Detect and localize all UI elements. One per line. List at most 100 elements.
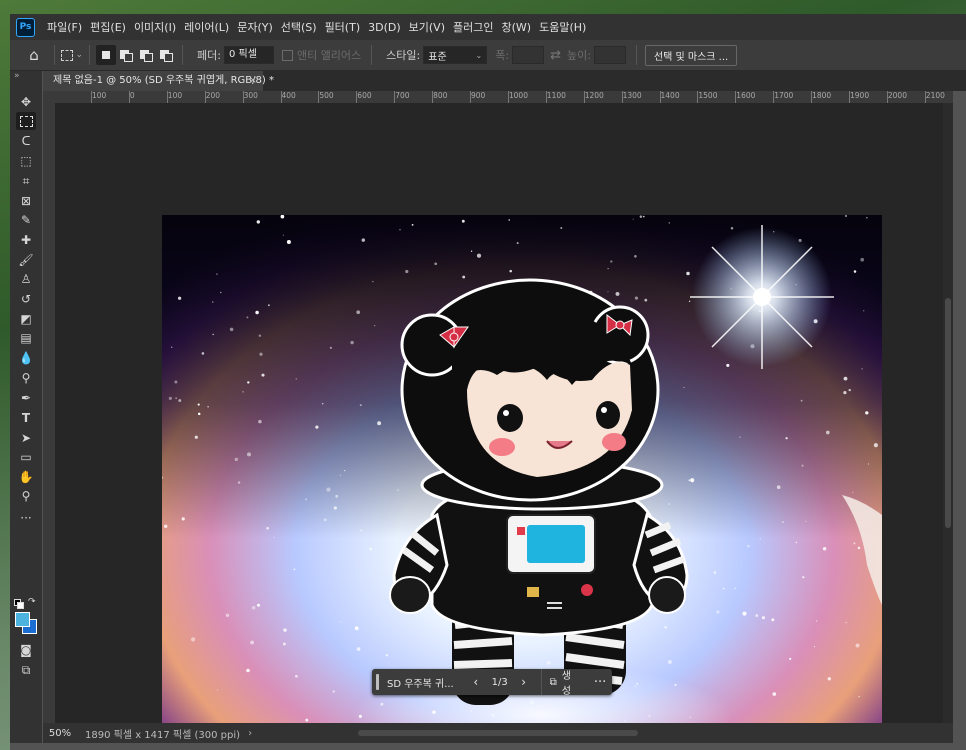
vertical-scrollbar[interactable]	[943, 103, 953, 723]
ruler-tick	[280, 91, 282, 103]
menu-layer[interactable]: 레이어(L)	[180, 19, 233, 35]
collapse-panel-icon[interactable]: »	[14, 71, 20, 81]
more-tools-icon[interactable]: ···	[16, 509, 36, 527]
quick-mask-icon[interactable]: ◙	[16, 641, 36, 659]
next-variation-button[interactable]: ›	[515, 675, 533, 689]
eyedropper-tool-icon[interactable]: ✎	[16, 211, 36, 229]
divider	[182, 45, 183, 65]
divider	[635, 45, 637, 65]
menu-select[interactable]: 선택(S)	[277, 19, 321, 35]
object-select-tool-icon[interactable]: ⬚	[16, 152, 36, 170]
ruler-tick	[507, 91, 509, 103]
height-label: 높이:	[566, 49, 591, 62]
ruler-tick-label: 1700	[774, 91, 794, 100]
move-tool-icon[interactable]: ✥	[16, 93, 36, 111]
vertical-scroll-thumb[interactable]	[945, 298, 951, 528]
menu-type[interactable]: 문자(Y)	[233, 19, 277, 35]
drag-handle[interactable]	[376, 674, 379, 690]
zoom-level[interactable]: 50%	[43, 728, 77, 739]
intersect-selection-button[interactable]	[156, 45, 176, 65]
close-icon[interactable]: ×	[249, 71, 257, 91]
window-edge	[10, 743, 966, 750]
subtract-selection-icon	[140, 50, 153, 62]
ruler-tick	[356, 91, 358, 103]
menu-filter[interactable]: 필터(T)	[321, 19, 365, 35]
new-selection-button[interactable]	[96, 45, 116, 65]
status-bar: 50% 1890 픽셀 x 1417 픽셀 (300 ppi) ›	[43, 723, 953, 743]
foreground-color-swatch[interactable]	[15, 612, 30, 627]
canvas-area[interactable]: SD 우주복 귀... ‹ 1/3 › ⧉ 생성 ···	[55, 103, 943, 750]
menu-file[interactable]: 파일(F)	[43, 19, 86, 35]
ruler-tick-label: 800	[433, 91, 448, 100]
height-input[interactable]	[593, 46, 626, 64]
menu-help[interactable]: 도움말(H)	[535, 19, 590, 35]
horizontal-scrollbar[interactable]	[238, 729, 758, 737]
menu-edit[interactable]: 편집(E)	[86, 19, 130, 35]
subtract-selection-button[interactable]	[136, 45, 156, 65]
more-options-button[interactable]: ···	[588, 675, 612, 690]
document-tab[interactable]: 제목 없음-1 @ 50% (SD 우주복 귀엽게, RGB/8) * ×	[43, 71, 274, 91]
ruler-tick	[242, 91, 244, 103]
menu-plugins[interactable]: 플러그인	[449, 19, 497, 35]
path-select-tool-icon[interactable]: ➤	[16, 429, 36, 447]
swap-colors-icon[interactable]: ↷	[28, 597, 36, 607]
menu-view[interactable]: 보기(V)	[405, 19, 449, 35]
type-tool-icon[interactable]: T	[16, 409, 36, 427]
ruler-tick	[318, 91, 320, 103]
ruler-tick	[811, 91, 813, 103]
swap-width-height-icon[interactable]: ⇄	[550, 48, 561, 63]
ruler-tick-label: 2100	[925, 91, 945, 100]
width-input[interactable]	[512, 46, 545, 64]
menu-window[interactable]: 창(W)	[497, 19, 535, 35]
ruler-tick	[394, 91, 396, 103]
style-value: 표준	[428, 51, 447, 63]
ruler-tick-label: 2000	[887, 91, 907, 100]
history-brush-tool-icon[interactable]: ↺	[16, 290, 36, 308]
ruler-tick	[204, 91, 206, 103]
horizontal-scroll-thumb[interactable]	[358, 730, 638, 736]
previous-variation-button[interactable]: ‹	[467, 675, 485, 689]
style-select[interactable]: 표준 ⌄	[423, 46, 488, 64]
chevron-down-icon: ⌄	[475, 50, 483, 60]
brush-tool-icon[interactable]: 🖌	[16, 251, 36, 269]
lasso-tool-icon[interactable]: ᑕ	[16, 132, 36, 150]
ruler-tick	[697, 91, 699, 103]
generate-label: 생성	[561, 671, 571, 697]
ruler-tick	[659, 91, 661, 103]
crop-tool-icon[interactable]: ⌗	[16, 172, 36, 190]
zoom-tool-icon[interactable]: ⚲	[16, 487, 36, 505]
rectangle-tool-icon[interactable]: ▭	[16, 448, 36, 466]
add-to-selection-button[interactable]	[116, 45, 136, 65]
contextual-task-bar: SD 우주복 귀... ‹ 1/3 › ⧉ 생성 ···	[372, 669, 612, 697]
generate-button[interactable]: ⧉ 생성	[540, 669, 588, 697]
healing-brush-tool-icon[interactable]: ✚	[16, 231, 36, 249]
clone-stamp-tool-icon[interactable]: ♙	[16, 270, 36, 288]
menu-image[interactable]: 이미지(I)	[130, 19, 180, 35]
panel-dock-edge	[953, 91, 966, 750]
ruler-tick	[924, 91, 926, 103]
pen-tool-icon[interactable]: ✒	[16, 389, 36, 407]
select-and-mask-button[interactable]: 선택 및 마스크 ...	[644, 44, 738, 66]
default-colors-icon[interactable]	[14, 599, 24, 609]
add-selection-icon	[120, 50, 133, 62]
frame-tool-icon[interactable]: ⊠	[16, 192, 36, 210]
antialias-checkbox[interactable]	[281, 49, 293, 61]
antialias-label: 앤티 앨리어스	[296, 49, 362, 62]
blur-tool-icon[interactable]: 💧	[16, 349, 36, 367]
feather-input[interactable]: 0 픽셀	[223, 46, 274, 64]
hand-tool-icon[interactable]: ✋	[16, 468, 36, 486]
gradient-tool-icon[interactable]: ▤	[16, 329, 36, 347]
ruler-tick	[886, 91, 888, 103]
dodge-tool-icon[interactable]: ⚲	[16, 369, 36, 387]
home-icon[interactable]: ⌂	[20, 44, 48, 66]
tool-preset-picker[interactable]: ⌄	[61, 46, 83, 64]
ruler-tick-label: 200	[205, 91, 221, 100]
ruler-tick-label: 0	[129, 91, 135, 100]
ruler-tick	[621, 91, 623, 103]
screen-mode-icon[interactable]: ⧉	[16, 661, 36, 679]
eraser-tool-icon[interactable]: ◩	[16, 310, 36, 328]
menu-3d[interactable]: 3D(D)	[364, 21, 405, 34]
ruler-origin[interactable]	[43, 91, 55, 103]
marquee-tool-icon[interactable]	[16, 112, 36, 130]
document-tab-title: 제목 없음-1 @ 50% (SD 우주복 귀엽게, RGB/8) *	[53, 75, 274, 86]
